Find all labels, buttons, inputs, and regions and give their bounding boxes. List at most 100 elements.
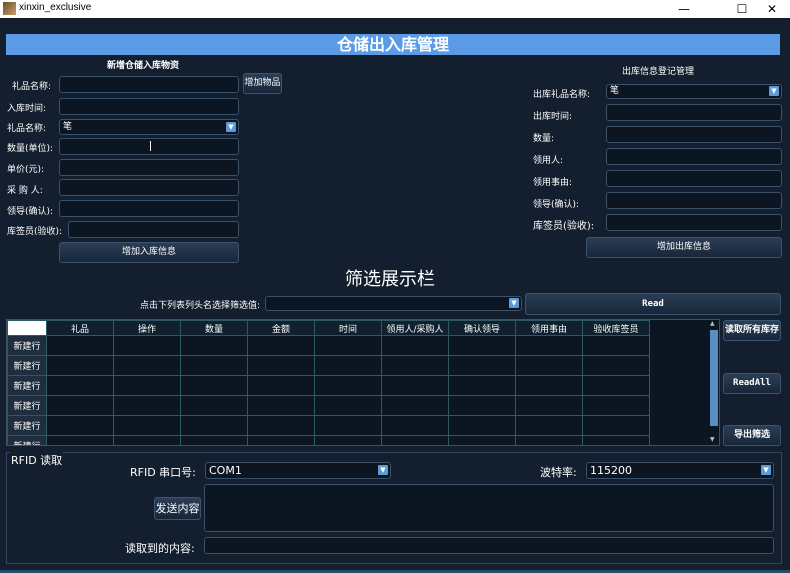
col-header[interactable]: 操作 <box>113 320 181 336</box>
table-cell[interactable] <box>582 435 650 445</box>
col-header[interactable]: 金额 <box>247 320 315 336</box>
table-cell[interactable] <box>247 335 315 356</box>
filter-select[interactable]: ▼ <box>265 296 522 311</box>
col-header[interactable]: 验收库签员 <box>582 320 650 336</box>
receiver-input[interactable] <box>606 148 782 165</box>
table-row[interactable]: 新建行 <box>7 415 650 436</box>
unit-price-input[interactable] <box>59 159 239 176</box>
table-cell[interactable] <box>113 415 181 436</box>
chevron-down-icon[interactable]: ▼ <box>761 465 771 475</box>
table-cell[interactable] <box>381 415 449 436</box>
col-header[interactable]: 确认领导 <box>448 320 516 336</box>
out-leader-input[interactable] <box>606 192 782 209</box>
read-button[interactable]: Read <box>525 293 781 315</box>
table-cell[interactable] <box>113 355 181 376</box>
col-header[interactable]: 时间 <box>314 320 382 336</box>
port-select[interactable]: COM1 ▼ <box>205 462 391 479</box>
add-item-button[interactable]: 增加物品 <box>243 73 282 94</box>
table-cell[interactable] <box>582 415 650 436</box>
table-cell[interactable] <box>448 435 516 445</box>
col-header[interactable]: 领用人/采购人 <box>381 320 449 336</box>
table-scrollbar[interactable]: ▲ ▼ <box>709 320 719 445</box>
table-cell[interactable] <box>180 415 248 436</box>
table-cell[interactable] <box>515 375 583 396</box>
out-quantity-input[interactable] <box>606 126 782 143</box>
table-cell[interactable] <box>113 435 181 445</box>
reason-input[interactable] <box>606 170 782 187</box>
scroll-up-icon[interactable]: ▲ <box>710 320 715 327</box>
quantity-input[interactable] <box>59 138 239 155</box>
table-cell[interactable] <box>180 435 248 445</box>
read-all-stock-button[interactable]: 读取所有库存 <box>723 320 781 341</box>
chevron-down-icon[interactable]: ▼ <box>509 298 519 308</box>
scroll-down-icon[interactable]: ▼ <box>710 436 715 443</box>
row-header[interactable]: 新建行 <box>7 335 47 356</box>
minimize-icon[interactable]: — <box>662 0 706 18</box>
table-cell[interactable] <box>314 395 382 416</box>
table-row[interactable]: 新建行 <box>7 335 650 356</box>
in-gift-select[interactable]: 笔 ▼ <box>59 119 239 135</box>
table-cell[interactable] <box>314 375 382 396</box>
table-cell[interactable] <box>515 395 583 416</box>
send-textarea[interactable] <box>204 484 774 532</box>
table-row[interactable]: 新建行 <box>7 355 650 376</box>
table-cell[interactable] <box>381 335 449 356</box>
table-cell[interactable] <box>46 335 114 356</box>
in-time-input[interactable] <box>59 98 239 115</box>
table-row[interactable]: 新建行 <box>7 395 650 416</box>
in-keeper-input[interactable] <box>68 221 239 238</box>
table-row[interactable]: 新建行 <box>7 375 650 396</box>
row-header[interactable]: 新建行 <box>7 435 47 445</box>
row-header[interactable]: 新建行 <box>7 415 47 436</box>
table-cell[interactable] <box>515 355 583 376</box>
table-cell[interactable] <box>448 375 516 396</box>
table-cell[interactable] <box>515 415 583 436</box>
table-cell[interactable] <box>314 435 382 445</box>
table-cell[interactable] <box>448 415 516 436</box>
col-header[interactable]: 礼品 <box>46 320 114 336</box>
table-cell[interactable] <box>247 415 315 436</box>
read-content-input[interactable] <box>204 537 774 554</box>
out-gift-select[interactable]: 笔 ▼ <box>606 84 782 99</box>
table-cell[interactable] <box>113 335 181 356</box>
table-cell[interactable] <box>247 375 315 396</box>
chevron-down-icon[interactable]: ▼ <box>226 122 236 132</box>
table-cell[interactable] <box>582 355 650 376</box>
table-cell[interactable] <box>314 335 382 356</box>
read-all-button[interactable]: ReadAll <box>723 373 781 394</box>
row-header[interactable]: 新建行 <box>7 395 47 416</box>
close-icon[interactable]: ✕ <box>750 0 790 18</box>
table-cell[interactable] <box>180 355 248 376</box>
table-cell[interactable] <box>448 355 516 376</box>
row-header[interactable]: 新建行 <box>7 375 47 396</box>
row-header[interactable]: 新建行 <box>7 355 47 376</box>
table-cell[interactable] <box>113 375 181 396</box>
table-cell[interactable] <box>582 375 650 396</box>
table-cell[interactable] <box>46 435 114 445</box>
table-cell[interactable] <box>448 395 516 416</box>
table-cell[interactable] <box>381 395 449 416</box>
data-table[interactable]: 礼品 操作 数量 金额 时间 领用人/采购人 确认领导 领用事由 验收库签员 新… <box>6 319 720 446</box>
table-cell[interactable] <box>448 335 516 356</box>
chevron-down-icon[interactable]: ▼ <box>769 86 779 96</box>
table-cell[interactable] <box>46 375 114 396</box>
col-header[interactable]: 数量 <box>180 320 248 336</box>
baud-select[interactable]: 115200 ▼ <box>586 462 774 479</box>
send-button[interactable]: 发送内容 <box>154 497 201 520</box>
table-cell[interactable] <box>582 335 650 356</box>
table-cell[interactable] <box>46 415 114 436</box>
chevron-down-icon[interactable]: ▼ <box>378 465 388 475</box>
scroll-thumb[interactable] <box>710 330 718 426</box>
table-cell[interactable] <box>515 335 583 356</box>
table-corner[interactable] <box>7 320 47 336</box>
add-out-button[interactable]: 增加出库信息 <box>586 237 782 258</box>
table-cell[interactable] <box>582 395 650 416</box>
table-cell[interactable] <box>381 375 449 396</box>
buyer-input[interactable] <box>59 179 239 196</box>
export-filter-button[interactable]: 导出筛选 <box>723 425 781 446</box>
table-cell[interactable] <box>46 355 114 376</box>
out-time-input[interactable] <box>606 104 782 121</box>
table-cell[interactable] <box>180 375 248 396</box>
table-cell[interactable] <box>180 335 248 356</box>
table-cell[interactable] <box>247 395 315 416</box>
